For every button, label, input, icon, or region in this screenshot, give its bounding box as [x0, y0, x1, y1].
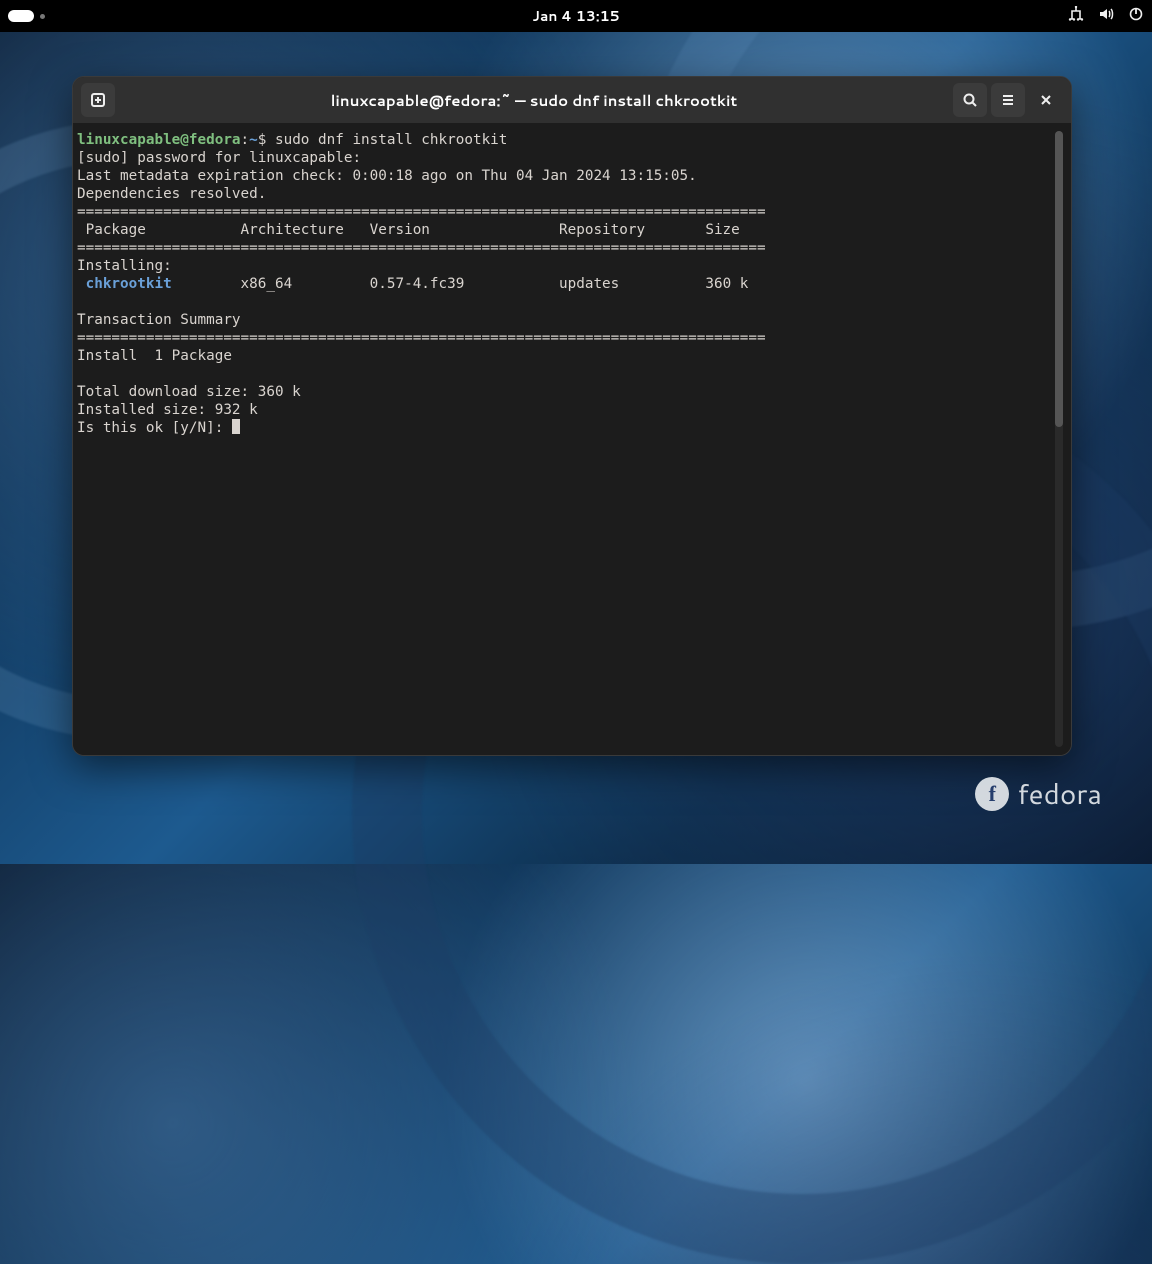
- terminal-output[interactable]: linuxcapable@fedora:~$ sudo dnf install …: [75, 131, 1055, 437]
- out-header: Package Architecture Version Repository …: [77, 222, 740, 238]
- search-button[interactable]: [953, 83, 987, 117]
- out-txsummary: Transaction Summary: [77, 312, 241, 328]
- out-sudo: [sudo] password for linuxcapable:: [77, 150, 370, 166]
- out-instsize: Installed size: 932 k: [77, 402, 258, 418]
- fedora-label: fedora: [1017, 774, 1102, 814]
- terminal-scrollbar[interactable]: [1055, 131, 1063, 747]
- cursor-icon: [232, 419, 240, 434]
- out-installcount: Install 1 Package: [77, 348, 232, 364]
- hamburger-menu-button[interactable]: [991, 83, 1025, 117]
- close-button[interactable]: [1029, 83, 1063, 117]
- out-meta: Last metadata expiration check: 0:00:18 …: [77, 168, 697, 184]
- out-confirm: Is this ok [y/N]:: [77, 420, 232, 436]
- workspace-dot-icon: [40, 14, 45, 19]
- window-titlebar: linuxcapable@fedora:~ — sudo dnf install…: [73, 77, 1071, 123]
- terminal-viewport[interactable]: linuxcapable@fedora:~$ sudo dnf install …: [75, 129, 1055, 749]
- activities-pill-icon: [8, 10, 34, 22]
- prompt-sep1: :: [241, 132, 250, 148]
- out-rule3: ========================================…: [77, 330, 766, 346]
- power-icon[interactable]: [1128, 6, 1144, 27]
- out-pkgrest: x86_64 0.57-4.fc39 updates 360 k: [172, 276, 749, 292]
- out-rule1: ========================================…: [77, 204, 766, 220]
- prompt-cwd: ~: [249, 132, 258, 148]
- fedora-logo-icon: f: [975, 777, 1009, 811]
- out-rule2: ========================================…: [77, 240, 766, 256]
- clock[interactable]: Jan 4 13:15: [532, 6, 619, 26]
- terminal-window: linuxcapable@fedora:~ — sudo dnf install…: [72, 76, 1072, 756]
- activities-area[interactable]: [8, 10, 45, 22]
- scrollbar-thumb[interactable]: [1055, 131, 1063, 427]
- window-title: linuxcapable@fedora:~ — sudo dnf install…: [119, 90, 949, 111]
- network-icon[interactable]: [1068, 6, 1084, 27]
- out-pkgname: chkrootkit: [77, 276, 172, 292]
- out-dep: Dependencies resolved.: [77, 186, 266, 202]
- fedora-watermark: f fedora: [975, 774, 1102, 814]
- out-dlsize: Total download size: 360 k: [77, 384, 301, 400]
- prompt-sep2: $: [258, 132, 275, 148]
- out-installing: Installing:: [77, 258, 172, 274]
- volume-icon[interactable]: [1098, 6, 1114, 27]
- prompt-command: sudo dnf install chkrootkit: [275, 132, 507, 148]
- prompt-userhost: linuxcapable@fedora: [77, 132, 241, 148]
- new-tab-button[interactable]: [81, 83, 115, 117]
- gnome-top-bar: Jan 4 13:15: [0, 0, 1152, 32]
